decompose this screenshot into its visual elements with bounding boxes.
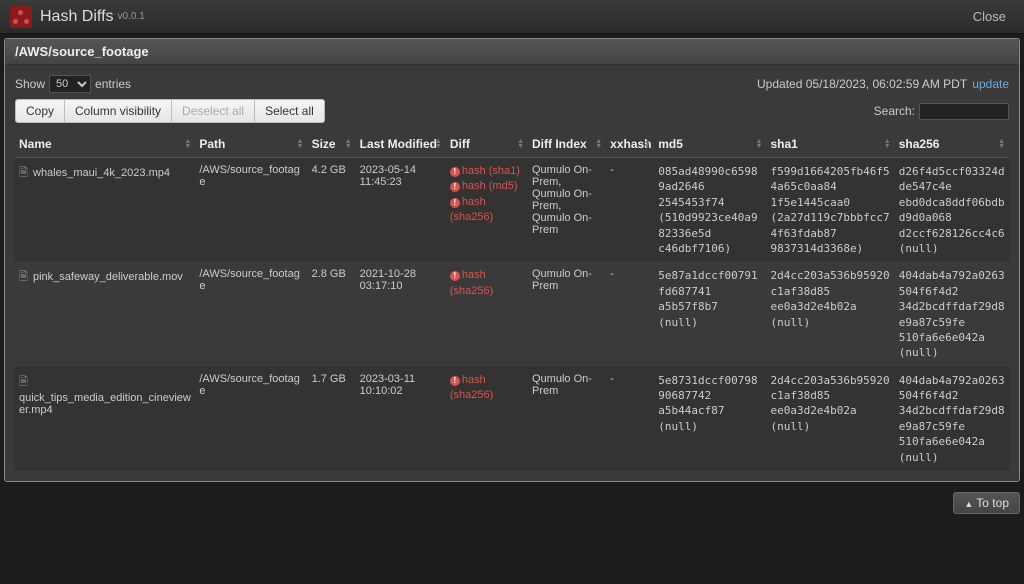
header-row: Name▲▼ Path▲▼ Size▲▼ Last Modified▲▼ Dif…	[15, 131, 1009, 158]
sort-icon: ▲▼	[297, 139, 304, 149]
topbar: Hash Diffs v0.0.1 Close	[0, 0, 1024, 34]
update-link[interactable]: update	[972, 77, 1009, 91]
cell-modified: 2023-03-11 10:10:02	[356, 367, 446, 471]
page-length: Show 50 entries	[15, 75, 131, 93]
app-logo	[10, 6, 32, 28]
sort-icon: ▲▼	[756, 139, 763, 149]
cell-modified: 2023-05-14 11:45:23	[356, 158, 446, 263]
entries-label: entries	[95, 77, 131, 91]
cell-diff: !hash (sha256)	[446, 367, 528, 471]
diff-badge: !hash (sha256)	[450, 195, 524, 226]
file-icon: 🗎	[19, 164, 29, 183]
cell-diff: !hash (sha1)!hash (md5)!hash (sha256)	[446, 158, 528, 263]
search-box: Search:	[874, 103, 1009, 120]
cell-diff-index: Qumulo On-Prem, Qumulo On-Prem, Qumulo O…	[528, 158, 606, 263]
deselect-button[interactable]: Deselect all	[171, 99, 255, 123]
col-path[interactable]: Path▲▼	[195, 131, 307, 158]
page-size-select[interactable]: 50	[49, 75, 91, 93]
arrow-up-icon: ▲	[964, 499, 973, 509]
close-button[interactable]: Close	[965, 5, 1014, 28]
updated-text: Updated 05/18/2023, 06:02:59 AM PDT upda…	[757, 77, 1009, 91]
colvis-button[interactable]: Column visibility	[64, 99, 172, 123]
cell-md5: 085ad48990c65989ad2646 2545453f74 (510d9…	[654, 158, 766, 263]
table-row[interactable]: 🗎whales_maui_4k_2023.mp4/AWS/source_foot…	[15, 158, 1009, 263]
diff-badge: !hash (sha256)	[450, 373, 524, 404]
col-xxhash[interactable]: xxhash▲▼	[606, 131, 654, 158]
cell-sha1: 2d4cc203a536b95920c1af38d85 ee0a3d2e4b02…	[766, 262, 894, 366]
cell-sha256: 404dab4a792a0263504f6f4d2 34d2bcdffdaf29…	[895, 367, 1009, 471]
cell-diff-index: Qumulo On-Prem	[528, 262, 606, 366]
diff-badge: !hash (sha1)	[450, 164, 524, 179]
sort-icon: ▲▼	[998, 139, 1005, 149]
cell-diff: !hash (sha256)	[446, 262, 528, 366]
cell-size: 4.2 GB	[308, 158, 356, 263]
main-panel: /AWS/source_footage Show 50 entries Upda…	[4, 38, 1020, 482]
warning-icon: !	[450, 182, 460, 192]
col-diff-index[interactable]: Diff Index▲▼	[528, 131, 606, 158]
sort-icon: ▲▼	[643, 139, 650, 149]
show-label: Show	[15, 77, 45, 91]
col-md5[interactable]: md5▲▼	[654, 131, 766, 158]
col-sha1[interactable]: sha1▲▼	[766, 131, 894, 158]
cell-diff-index: Qumulo On-Prem	[528, 367, 606, 471]
cell-path: /AWS/source_footage	[195, 262, 307, 366]
cell-path: /AWS/source_footage	[195, 367, 307, 471]
sort-icon: ▲▼	[435, 139, 442, 149]
warning-icon: !	[450, 271, 460, 281]
sort-icon: ▲▼	[345, 139, 352, 149]
file-icon: 🗎	[19, 373, 29, 392]
cell-xxhash: -	[606, 262, 654, 366]
select-all-button[interactable]: Select all	[254, 99, 325, 123]
cell-path: /AWS/source_footage	[195, 158, 307, 263]
panel-body: Show 50 entries Updated 05/18/2023, 06:0…	[5, 65, 1019, 481]
to-top-button[interactable]: ▲To top	[953, 492, 1020, 514]
updated-time: 05/18/2023, 06:02:59 AM PDT	[806, 77, 967, 91]
col-size[interactable]: Size▲▼	[308, 131, 356, 158]
col-modified[interactable]: Last Modified▲▼	[356, 131, 446, 158]
table-row[interactable]: 🗎quick_tips_media_edition_cineviewer.mp4…	[15, 367, 1009, 471]
sort-icon: ▲▼	[884, 139, 891, 149]
copy-button[interactable]: Copy	[15, 99, 65, 123]
col-diff[interactable]: Diff▲▼	[446, 131, 528, 158]
cell-modified: 2021-10-28 03:17:10	[356, 262, 446, 366]
warning-icon: !	[450, 376, 460, 386]
cell-name: 🗎whales_maui_4k_2023.mp4	[15, 158, 195, 263]
cell-size: 2.8 GB	[308, 262, 356, 366]
cell-xxhash: -	[606, 367, 654, 471]
cell-md5: 5e87a1dccf00791fd687741 a5b57f8b7 (null)	[654, 262, 766, 366]
cell-size: 1.7 GB	[308, 367, 356, 471]
cell-sha1: f599d1664205fb46f54a65c0aa84 1f5e1445caa…	[766, 158, 894, 263]
app-version: v0.0.1	[118, 11, 145, 22]
button-group: Copy Column visibility Deselect all Sele…	[15, 99, 325, 123]
sort-icon: ▲▼	[595, 139, 602, 149]
table-row[interactable]: 🗎pink_safeway_deliverable.mov/AWS/source…	[15, 262, 1009, 366]
controls-row: Show 50 entries Updated 05/18/2023, 06:0…	[15, 75, 1009, 93]
to-top-container: ▲To top	[0, 486, 1024, 516]
cell-name: 🗎quick_tips_media_edition_cineviewer.mp4	[15, 367, 195, 471]
search-input[interactable]	[919, 103, 1009, 120]
cell-name: 🗎pink_safeway_deliverable.mov	[15, 262, 195, 366]
data-table: Name▲▼ Path▲▼ Size▲▼ Last Modified▲▼ Dif…	[15, 131, 1009, 471]
sort-icon: ▲▼	[184, 139, 191, 149]
sort-icon: ▲▼	[517, 139, 524, 149]
file-icon: 🗎	[19, 268, 29, 287]
cell-sha256: 404dab4a792a0263504f6f4d2 34d2bcdffdaf29…	[895, 262, 1009, 366]
diff-badge: !hash (md5)	[450, 179, 524, 194]
panel-title: /AWS/source_footage	[5, 39, 1019, 65]
col-sha256[interactable]: sha256▲▼	[895, 131, 1009, 158]
cell-xxhash: -	[606, 158, 654, 263]
warning-icon: !	[450, 167, 460, 177]
to-top-label: To top	[976, 496, 1009, 510]
warning-icon: !	[450, 198, 460, 208]
cell-md5: 5e8731dccf0079890687742 a5b44acf87 (null…	[654, 367, 766, 471]
diff-badge: !hash (sha256)	[450, 268, 524, 299]
cell-sha256: d26f4d5ccf03324dde547c4e ebd0dca8ddf06bd…	[895, 158, 1009, 263]
toolbar-row: Copy Column visibility Deselect all Sele…	[15, 99, 1009, 123]
search-label: Search:	[874, 104, 915, 118]
app-title: Hash Diffs	[40, 8, 114, 26]
col-name[interactable]: Name▲▼	[15, 131, 195, 158]
updated-prefix: Updated	[757, 77, 806, 91]
cell-sha1: 2d4cc203a536b95920c1af38d85 ee0a3d2e4b02…	[766, 367, 894, 471]
